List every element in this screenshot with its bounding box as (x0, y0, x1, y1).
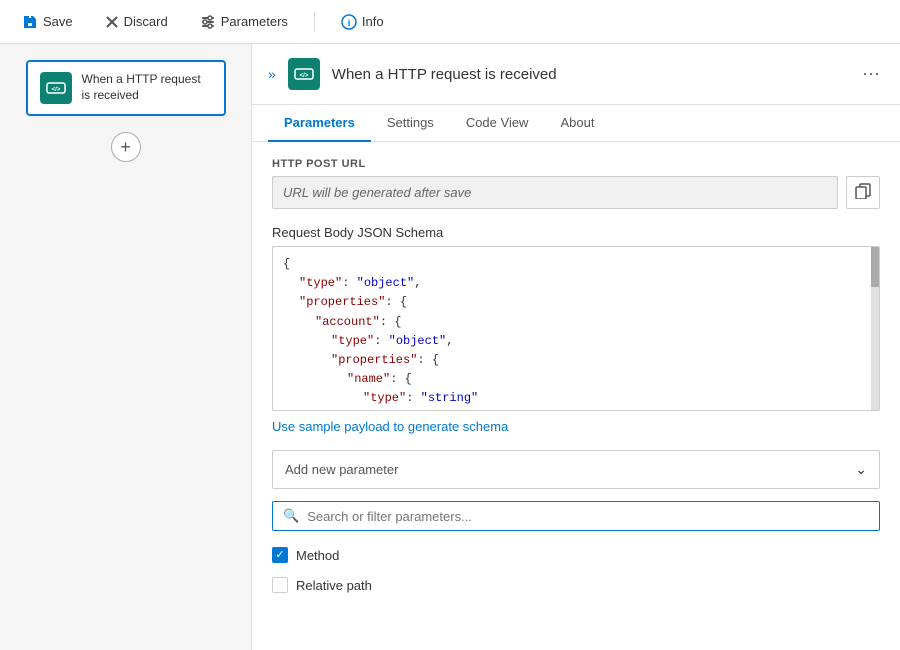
parameters-button[interactable]: Parameters (194, 10, 294, 34)
relative-path-label: Relative path (296, 578, 372, 593)
right-panel: » </> When a HTTP request is received ⋯ … (252, 44, 900, 650)
content-area: HTTP POST URL URL will be generated afte… (252, 142, 900, 650)
panel-http-icon: </> (294, 64, 314, 84)
copy-url-button[interactable] (846, 176, 880, 209)
relative-path-option: Relative path (272, 573, 880, 597)
tab-parameters[interactable]: Parameters (268, 105, 371, 142)
discard-label: Discard (124, 14, 168, 29)
svg-text:</>: </> (299, 73, 308, 79)
http-post-url-label: HTTP POST URL (272, 158, 880, 170)
parameters-icon (200, 14, 216, 30)
toolbar-divider (314, 12, 315, 32)
discard-icon (105, 15, 119, 29)
json-line-1: "type": "object", (283, 274, 869, 293)
info-label: Info (362, 14, 384, 29)
json-line-5: "properties": { (283, 351, 869, 370)
json-line-0: { (283, 255, 869, 274)
toolbar: Save Discard Parameters i Info (0, 0, 900, 44)
method-label: Method (296, 548, 339, 563)
save-icon (22, 14, 38, 30)
add-parameter-label: Add new parameter (285, 462, 398, 477)
add-step-button[interactable]: + (111, 132, 141, 162)
panel-header-icon: </> (288, 58, 320, 90)
json-editor[interactable]: { "type": "object", "properties": { "acc… (272, 246, 880, 411)
parameters-label: Parameters (221, 14, 288, 29)
tab-about[interactable]: About (544, 105, 610, 142)
save-button[interactable]: Save (16, 10, 79, 34)
json-line-2: "properties": { (283, 293, 869, 312)
json-line-7: "type": "string" (283, 389, 869, 408)
method-checkbox[interactable] (272, 547, 288, 563)
method-option: Method (272, 543, 880, 567)
json-line-8: }, (283, 409, 869, 412)
info-icon: i (341, 14, 357, 30)
panel-title: When a HTTP request is received (332, 66, 846, 83)
sidebar: </> When a HTTP request is received + (0, 44, 252, 650)
trigger-text: When a HTTP request is received (82, 72, 212, 103)
search-input[interactable] (307, 509, 869, 524)
json-scrollbar[interactable] (871, 247, 879, 410)
tab-settings[interactable]: Settings (371, 105, 450, 142)
discard-button[interactable]: Discard (99, 10, 174, 33)
tab-code-view[interactable]: Code View (450, 105, 545, 142)
panel-more-button[interactable]: ⋯ (858, 60, 884, 89)
info-button[interactable]: i Info (335, 10, 390, 34)
tab-bar: Parameters Settings Code View About (252, 105, 900, 142)
add-parameter-dropdown[interactable]: Add new parameter ⌄ (272, 450, 880, 489)
trigger-icon-box: </> (40, 72, 72, 104)
json-line-6: "name": { (283, 370, 869, 389)
json-scrollbar-thumb[interactable] (871, 247, 879, 287)
save-label: Save (43, 14, 73, 29)
url-input: URL will be generated after save (272, 176, 838, 209)
json-line-4: "type": "object", (283, 332, 869, 351)
url-row: URL will be generated after save (272, 176, 880, 209)
panel-header: » </> When a HTTP request is received ⋯ (252, 44, 900, 105)
svg-text:</>: </> (51, 87, 60, 93)
relative-path-checkbox[interactable] (272, 577, 288, 593)
http-trigger-icon: </> (46, 78, 66, 98)
json-line-3: "account": { (283, 313, 869, 332)
expand-icon[interactable]: » (268, 66, 276, 82)
chevron-down-icon: ⌄ (855, 461, 867, 478)
svg-text:i: i (348, 18, 351, 28)
trigger-card[interactable]: </> When a HTTP request is received (26, 60, 226, 116)
search-box: 🔍 (272, 501, 880, 531)
copy-icon (855, 183, 871, 199)
search-icon: 🔍 (283, 508, 299, 524)
schema-label: Request Body JSON Schema (272, 225, 880, 240)
main-layout: </> When a HTTP request is received + » … (0, 44, 900, 650)
sample-payload-link[interactable]: Use sample payload to generate schema (272, 419, 508, 434)
